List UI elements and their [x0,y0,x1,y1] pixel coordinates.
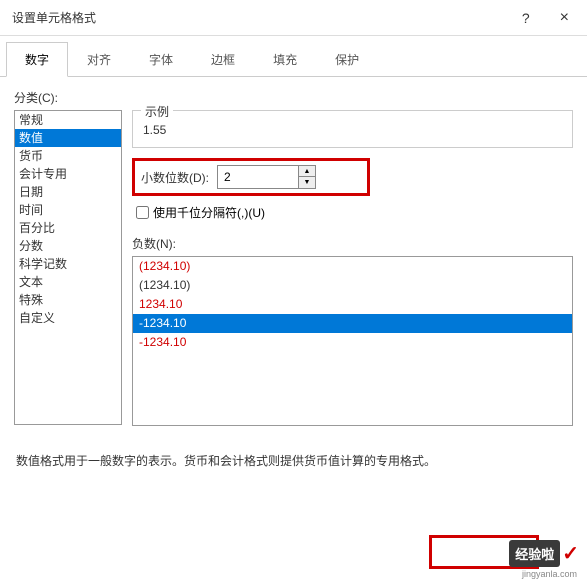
tab-alignment[interactable]: 对齐 [68,42,130,76]
negative-item[interactable]: (1234.10) [133,257,572,276]
content-area: 分类(C): 常规 数值 货币 会计专用 日期 时间 百分比 分数 科学记数 文… [0,77,587,481]
example-value: 1.55 [143,123,562,137]
category-item-fraction[interactable]: 分数 [15,237,121,255]
category-item-number[interactable]: 数值 [15,129,121,147]
titlebar: 设置单元格格式 ? × [0,0,587,36]
category-item-special[interactable]: 特殊 [15,291,121,309]
thousand-checkbox[interactable] [136,206,149,219]
decimal-spinner: ▲ ▼ [217,165,316,189]
negative-item[interactable]: -1234.10 [133,333,572,352]
negative-label: 负数(N): [132,235,573,252]
decimal-places-row: 小数位数(D): ▲ ▼ [132,158,370,196]
category-item-accounting[interactable]: 会计专用 [15,165,121,183]
category-list[interactable]: 常规 数值 货币 会计专用 日期 时间 百分比 分数 科学记数 文本 特殊 自定… [14,110,122,425]
category-item-text[interactable]: 文本 [15,273,121,291]
negative-item[interactable]: -1234.10 [133,314,572,333]
watermark: 经验啦 ✓ [509,540,579,567]
negative-item[interactable]: 1234.10 [133,295,572,314]
decimal-input[interactable] [218,166,298,188]
category-item-general[interactable]: 常规 [15,111,121,129]
category-label: 分类(C): [14,89,573,106]
negative-item[interactable]: (1234.10) [133,276,572,295]
tab-number[interactable]: 数字 [6,42,68,77]
spinner-buttons: ▲ ▼ [298,166,315,188]
category-item-custom[interactable]: 自定义 [15,309,121,327]
close-icon[interactable]: × [550,5,579,31]
thousand-separator-row: 使用千位分隔符(,)(U) [136,204,573,221]
tab-fill[interactable]: 填充 [254,42,316,76]
help-icon[interactable]: ? [516,6,536,30]
category-item-percentage[interactable]: 百分比 [15,219,121,237]
category-item-scientific[interactable]: 科学记数 [15,255,121,273]
checkmark-icon: ✓ [562,541,579,566]
thousand-label: 使用千位分隔符(,)(U) [153,204,265,221]
tabs-bar: 数字 对齐 字体 边框 填充 保护 [0,36,587,77]
negative-list[interactable]: (1234.10) (1234.10) 1234.10 -1234.10 -12… [132,256,573,426]
tab-font[interactable]: 字体 [130,42,192,76]
main-row: 常规 数值 货币 会计专用 日期 时间 百分比 分数 科学记数 文本 特殊 自定… [14,110,573,426]
category-item-currency[interactable]: 货币 [15,147,121,165]
category-item-date[interactable]: 日期 [15,183,121,201]
right-panel: 示例 1.55 小数位数(D): ▲ ▼ 使用千位分隔符(,)(U) 负数(N)… [132,110,573,426]
tab-protection[interactable]: 保护 [316,42,378,76]
watermark-text: 经验啦 [509,540,560,567]
watermark-url: jingyanla.com [522,569,577,579]
description-text: 数值格式用于一般数字的表示。货币和会计格式则提供货币值计算的专用格式。 [16,452,573,469]
titlebar-controls: ? × [516,5,579,31]
spinner-up-icon[interactable]: ▲ [299,166,315,177]
decimal-label: 小数位数(D): [141,169,209,186]
tab-border[interactable]: 边框 [192,42,254,76]
example-section: 示例 1.55 [132,110,573,148]
window-title: 设置单元格格式 [12,9,516,26]
category-item-time[interactable]: 时间 [15,201,121,219]
spinner-down-icon[interactable]: ▼ [299,177,315,188]
example-label: 示例 [141,103,173,120]
